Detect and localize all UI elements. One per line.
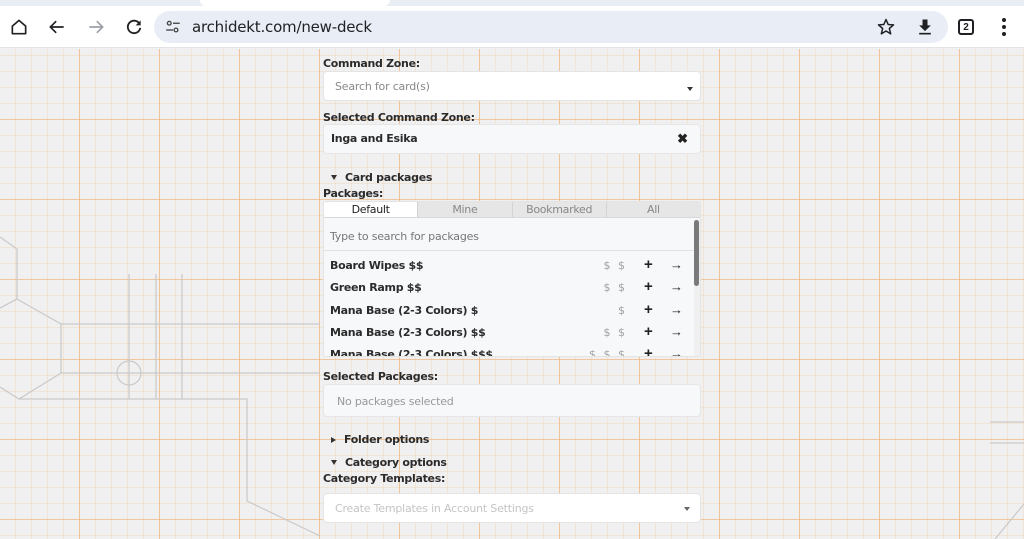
package-price: $ $ (603, 259, 627, 272)
package-search-placeholder: Type to search for packages (330, 230, 479, 243)
url-text[interactable]: archidekt.com/new-deck (192, 18, 372, 36)
add-package-plus-icon[interactable]: + (644, 279, 653, 295)
home-button[interactable] (6, 14, 32, 40)
open-package-arrow-right-icon[interactable]: → (670, 258, 683, 272)
caret-down-icon (331, 460, 337, 465)
add-package-plus-icon[interactable]: + (644, 302, 653, 318)
package-price: $ $ (603, 281, 627, 294)
package-list-item: Mana Base (2-3 Colors) $$$ $ $ $ + → (324, 344, 694, 357)
packages-panel: Default Mine Bookmarked All Type to sear… (323, 201, 701, 357)
arrow-left-icon (49, 20, 64, 34)
reload-button[interactable] (121, 14, 147, 40)
arrow-right-icon (89, 20, 104, 34)
download-icon[interactable] (915, 17, 935, 37)
tab-count-button[interactable]: 2 (958, 19, 974, 35)
tab-mine[interactable]: Mine (418, 202, 513, 217)
category-options-toggle[interactable]: Category options (331, 456, 447, 469)
tune-icon[interactable] (164, 18, 182, 36)
home-icon (11, 19, 27, 35)
category-templates-placeholder: Create Templates in Account Settings (335, 502, 534, 515)
open-package-arrow-right-icon[interactable]: → (670, 303, 683, 317)
folder-options-toggle[interactable]: Folder options (331, 433, 429, 446)
address-bar[interactable]: archidekt.com/new-deck (154, 11, 948, 43)
package-name: Mana Base (2-3 Colors) $$$ (330, 348, 493, 357)
command-zone-search-input[interactable]: Search for card(s) (323, 71, 701, 101)
card-packages-toggle-label: Card packages (345, 171, 433, 184)
tab-default[interactable]: Default (324, 202, 419, 217)
commander-name: Inga and Esika (331, 132, 418, 145)
category-options-toggle-label: Category options (345, 456, 447, 469)
chevron-down-icon[interactable] (687, 87, 693, 91)
browser-toolbar: archidekt.com/new-deck 2 (0, 6, 1024, 48)
more-vert-icon[interactable] (997, 18, 1011, 36)
package-name: Mana Base (2-3 Colors) $ (330, 304, 479, 317)
command-zone-label: Command Zone: (323, 57, 420, 70)
star-icon[interactable] (876, 17, 896, 37)
package-price: $ $ $ (589, 348, 627, 357)
remove-commander-close-icon[interactable]: ✖ (677, 132, 688, 146)
package-list-item: Board Wipes $$ $ $ + → (324, 255, 694, 277)
add-package-plus-icon[interactable]: + (644, 257, 653, 273)
tab-all[interactable]: All (607, 202, 700, 217)
open-package-arrow-right-icon[interactable]: → (670, 280, 683, 294)
category-templates-select[interactable]: Create Templates in Account Settings (323, 493, 701, 523)
card-packages-toggle[interactable]: Card packages (331, 171, 432, 184)
caret-right-icon (331, 436, 336, 443)
selected-command-zone-item: Inga and Esika ✖ (323, 124, 701, 154)
chevron-down-icon[interactable] (684, 507, 690, 511)
reload-icon (126, 19, 142, 35)
scrollbar-thumb[interactable] (694, 220, 699, 286)
open-package-arrow-right-icon[interactable]: → (670, 347, 683, 357)
open-package-arrow-right-icon[interactable]: → (670, 325, 683, 339)
back-button[interactable] (44, 14, 70, 40)
package-list-item: Green Ramp $$ $ $ + → (324, 277, 694, 299)
package-search-input[interactable]: Type to search for packages (324, 219, 694, 251)
package-list-item: Mana Base (2-3 Colors) $$ $ $ + → (324, 322, 694, 344)
add-package-plus-icon[interactable]: + (644, 346, 653, 357)
folder-options-toggle-label: Folder options (344, 433, 430, 446)
packages-scrollbar[interactable] (694, 220, 700, 356)
packages-label: Packages: (323, 187, 384, 200)
package-price: $ $ (603, 326, 627, 339)
selected-command-zone-label: Selected Command Zone: (323, 111, 475, 124)
packages-tabs: Default Mine Bookmarked All (324, 202, 700, 218)
no-packages-text: No packages selected (337, 395, 454, 408)
category-templates-label: Category Templates: (323, 472, 446, 485)
caret-down-icon (331, 175, 337, 180)
add-package-plus-icon[interactable]: + (644, 324, 653, 340)
selected-packages-label: Selected Packages: (323, 370, 438, 383)
tab-bookmarked[interactable]: Bookmarked (513, 202, 607, 217)
selected-packages-box: No packages selected (323, 384, 701, 417)
package-name: Mana Base (2-3 Colors) $$ (330, 326, 486, 339)
command-zone-placeholder: Search for card(s) (335, 80, 430, 93)
forward-button[interactable] (83, 14, 109, 40)
package-list-item: Mana Base (2-3 Colors) $ $ + → (324, 300, 694, 322)
package-name: Board Wipes $$ (330, 259, 424, 272)
page-background: Command Zone: Search for card(s) Selecte… (0, 49, 1024, 539)
package-price: $ (618, 304, 627, 317)
package-name: Green Ramp $$ (330, 281, 422, 294)
